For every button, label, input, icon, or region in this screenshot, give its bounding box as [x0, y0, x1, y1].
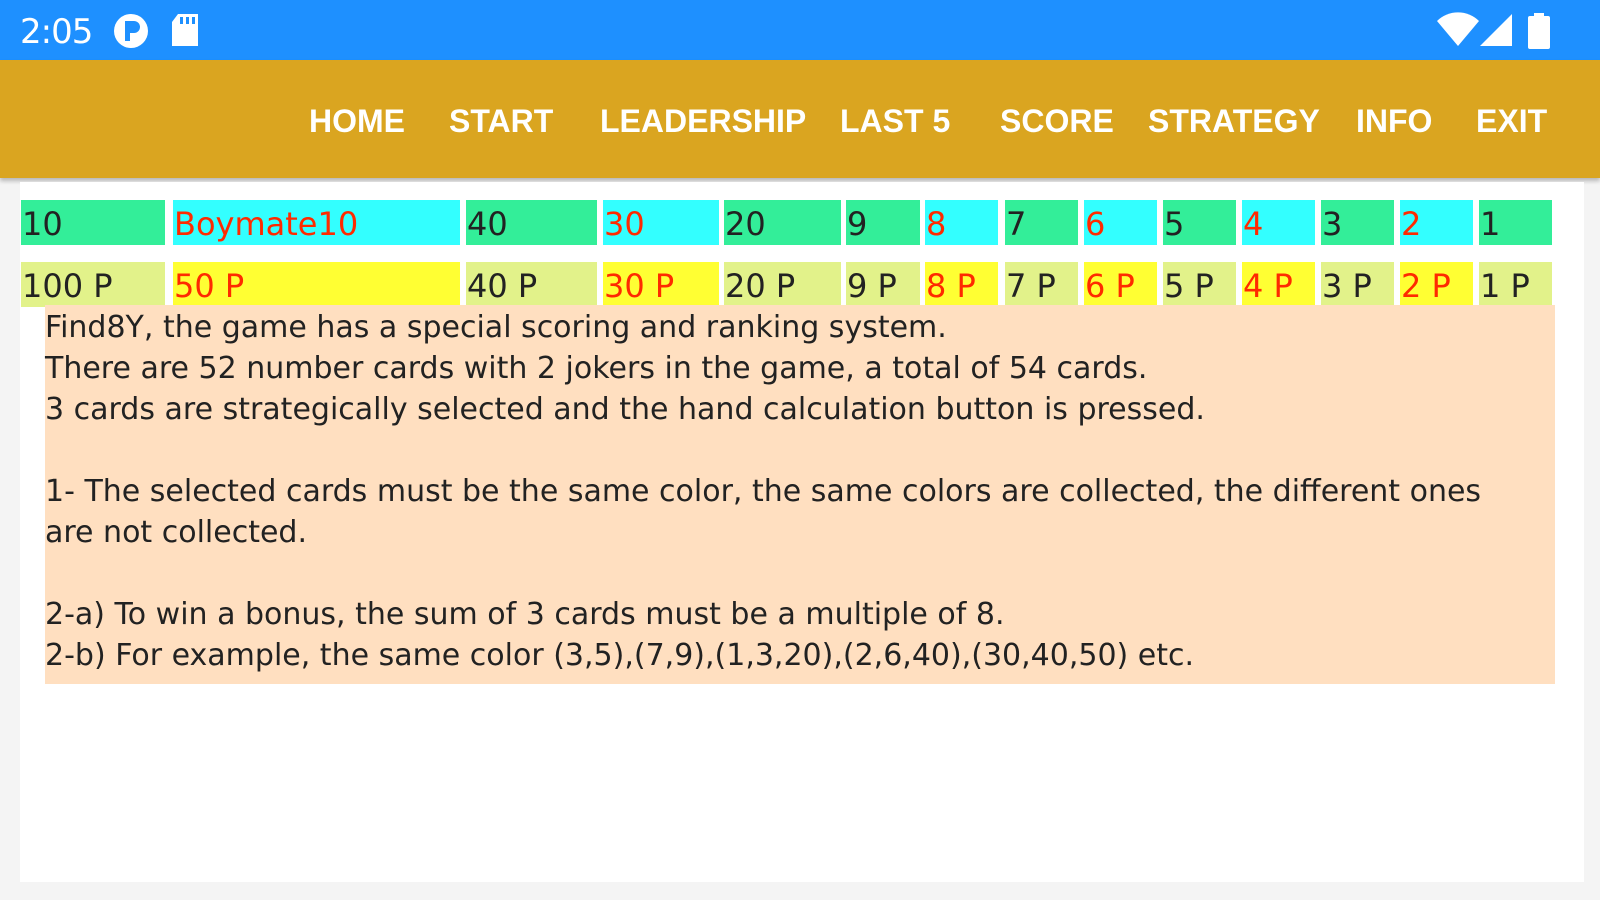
points-cell: 1 P — [1479, 262, 1552, 307]
nav-strategy-button[interactable]: STRATEGY — [1148, 103, 1320, 140]
info-blank-line — [45, 553, 1555, 594]
nav-leadership-button[interactable]: LEADERSHIP — [600, 103, 806, 140]
signal-icon — [1478, 12, 1516, 53]
rank-cell: 4 — [1242, 200, 1315, 245]
points-cell: 50 P — [173, 262, 460, 307]
app-p-icon — [112, 12, 150, 55]
points-cell: 30 P — [603, 262, 719, 307]
sd-card-icon — [170, 12, 202, 53]
top-nav-bar: HOME START LEADERSHIP LAST 5 SCORE STRAT… — [0, 60, 1600, 178]
points-cell: 8 P — [925, 262, 998, 307]
rank-cell: 30 — [603, 200, 719, 245]
rank-cell: 8 — [925, 200, 998, 245]
points-cell: 4 P — [1242, 262, 1315, 307]
points-cell: 20 P — [724, 262, 841, 307]
nav-last5-button[interactable]: LAST 5 — [840, 103, 950, 140]
info-line: 1- The selected cards must be the same c… — [45, 474, 1482, 509]
points-cell: 40 P — [466, 262, 597, 307]
battery-icon — [1524, 12, 1554, 55]
rank-cell: 2 — [1400, 200, 1473, 245]
info-line: Find8Y, the game has a special scoring a… — [45, 310, 947, 345]
rank-cell: Boymate10 — [173, 200, 460, 245]
points-cell: 6 P — [1084, 262, 1157, 307]
points-cell: 3 P — [1321, 262, 1394, 307]
nav-exit-button[interactable]: EXIT — [1476, 103, 1547, 140]
rank-cell: 40 — [466, 200, 597, 245]
rank-cell: 1 — [1479, 200, 1552, 245]
wifi-icon — [1436, 12, 1480, 53]
nav-start-button[interactable]: START — [449, 103, 553, 140]
status-bar: 2:05 — [0, 0, 1600, 60]
info-line: 3 cards are strategically selected and t… — [45, 392, 1205, 427]
rank-cell: 6 — [1084, 200, 1157, 245]
rank-cell: 7 — [1005, 200, 1078, 245]
points-cell: 100 P — [21, 262, 165, 307]
nav-info-button[interactable]: INFO — [1356, 103, 1432, 140]
rank-cell: 3 — [1321, 200, 1394, 245]
points-cell: 7 P — [1005, 262, 1078, 307]
rank-cell: 9 — [846, 200, 920, 245]
info-blank-line — [45, 430, 1555, 471]
info-line: There are 52 number cards with 2 jokers … — [45, 351, 1148, 386]
rank-cell: 10 — [21, 200, 165, 245]
status-time: 2:05 — [20, 12, 93, 52]
info-line: are not collected. — [45, 515, 307, 550]
points-cell: 9 P — [846, 262, 920, 307]
rank-cell: 20 — [724, 200, 841, 245]
nav-home-button[interactable]: HOME — [309, 103, 405, 140]
points-cell: 5 P — [1163, 262, 1236, 307]
info-line: 2-b) For example, the same color (3,5),(… — [45, 638, 1195, 673]
info-line: 2-a) To win a bonus, the sum of 3 cards … — [45, 597, 1005, 632]
rank-cell: 5 — [1163, 200, 1236, 245]
nav-score-button[interactable]: SCORE — [1000, 103, 1114, 140]
points-cell: 2 P — [1400, 262, 1473, 307]
info-text-block: Find8Y, the game has a special scoring a… — [45, 305, 1555, 684]
